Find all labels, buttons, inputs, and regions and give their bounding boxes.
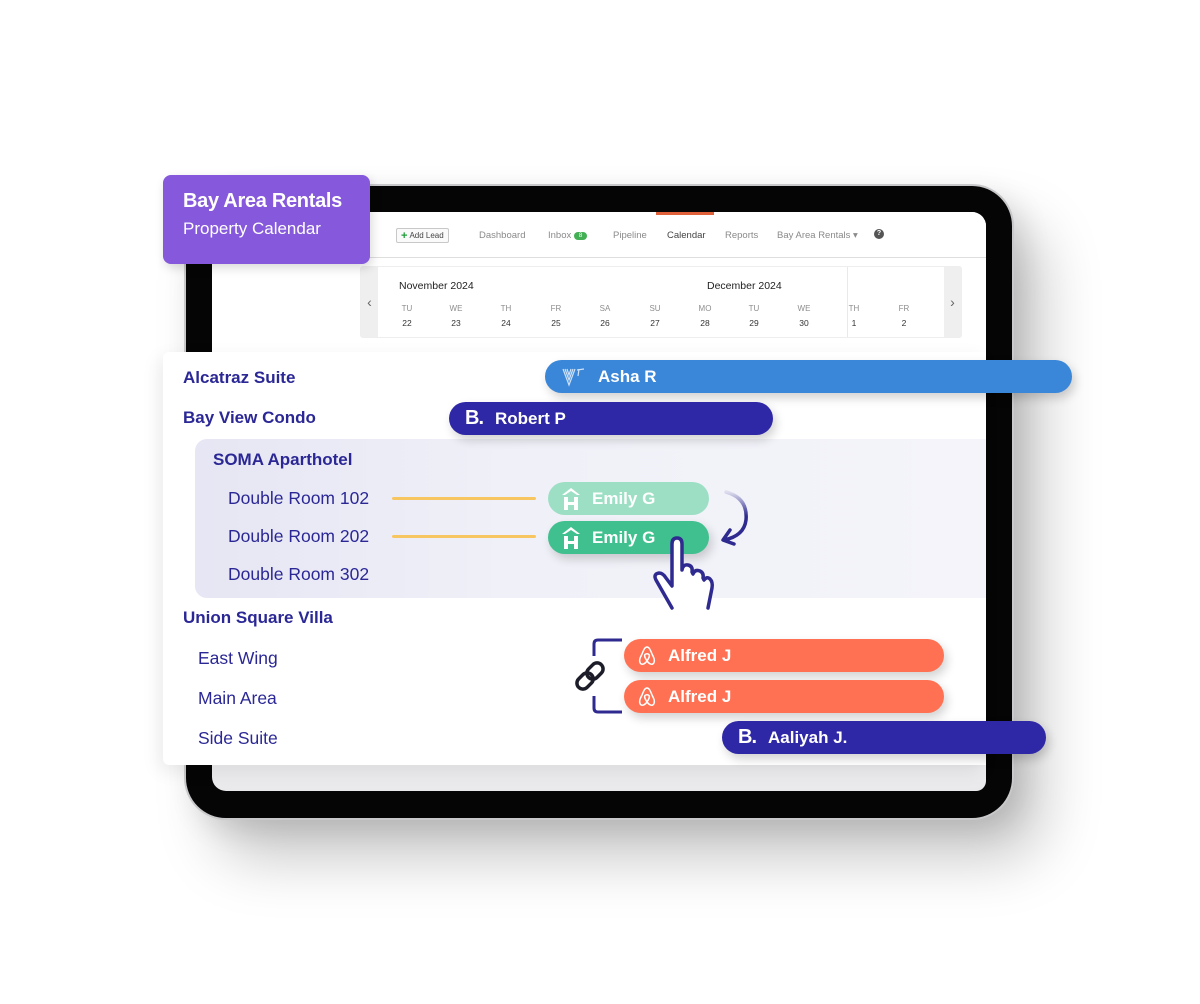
property-alcatraz-suite[interactable]: Alcatraz Suite (183, 368, 295, 388)
booking-bar-aaliyah-j[interactable]: B. Aaliyah J. (722, 721, 1046, 754)
day-number: 26 (600, 318, 610, 328)
day-column[interactable]: MO 28 (690, 304, 720, 328)
day-number: 23 (451, 318, 461, 328)
day-number: 27 (650, 318, 660, 328)
property-bay-view-condo[interactable]: Bay View Condo (183, 408, 316, 428)
day-of-week: MO (698, 304, 712, 313)
next-dates-button[interactable]: › (944, 267, 961, 337)
month-label: December 2024 (707, 280, 782, 292)
day-of-week: TU (401, 304, 413, 313)
booking-bar-alfred-j[interactable]: Alfred J (624, 639, 944, 672)
nav-pipeline[interactable]: Pipeline (613, 230, 647, 241)
booking-bar-alfred-j[interactable]: Alfred J (624, 680, 944, 713)
day-column[interactable]: WE 30 (789, 304, 819, 328)
page-subtitle: Property Calendar (183, 219, 321, 238)
day-of-week: FR (550, 304, 562, 313)
guest-name: Emily G (592, 527, 656, 547)
homeaway-icon (562, 526, 580, 549)
day-of-week: TH (500, 304, 512, 313)
day-column[interactable]: TU 22 (392, 304, 422, 328)
day-number: 24 (501, 318, 511, 328)
day-of-week: TH (848, 304, 860, 313)
booking-bar-emily-g-ghost[interactable]: Emily G (548, 482, 709, 515)
booking-com-icon: B. (738, 726, 757, 748)
property-soma-aparthotel[interactable]: SOMA Aparthotel (213, 450, 352, 470)
booking-bar-asha-r[interactable]: Asha R (545, 360, 1072, 393)
guest-name: Robert P (495, 408, 566, 428)
day-column[interactable]: SU 27 (640, 304, 670, 328)
day-number: 30 (799, 318, 809, 328)
active-tab-indicator (656, 212, 714, 215)
day-of-week: TU (748, 304, 760, 313)
guest-name: Alfred J (668, 645, 732, 665)
nav-inbox[interactable]: Inbox 8 (548, 230, 588, 241)
day-number: 28 (700, 318, 710, 328)
month-label: November 2024 (399, 280, 474, 292)
day-number: 1 (851, 318, 857, 328)
booking-com-icon: B. (465, 407, 484, 429)
unit-east-wing[interactable]: East Wing (198, 648, 278, 669)
property-union-square-villa[interactable]: Union Square Villa (183, 608, 333, 628)
unit-double-room-102[interactable]: Double Room 102 (228, 488, 369, 509)
nav-dashboard[interactable]: Dashboard (479, 230, 525, 241)
nav-reports[interactable]: Reports (725, 230, 758, 241)
day-column[interactable]: TH 1 (839, 304, 869, 328)
calendar-header: ‹ November 2024 December 2024 TU 22 WE 23 TH… (360, 266, 962, 338)
vrbo-icon (562, 367, 586, 387)
company-header-badge: Bay Area Rentals Property Calendar (163, 175, 370, 264)
guest-name: Asha R (598, 366, 657, 386)
guest-name: Alfred J (668, 686, 732, 706)
unit-main-area[interactable]: Main Area (198, 688, 277, 709)
help-icon[interactable]: ? (874, 229, 884, 239)
unit-double-room-302[interactable]: Double Room 302 (228, 564, 369, 585)
room-link-line (392, 535, 536, 538)
day-of-week: SA (599, 304, 611, 313)
homeaway-icon (562, 487, 580, 510)
day-column[interactable]: WE 23 (441, 304, 471, 328)
nav-calendar[interactable]: Calendar (667, 230, 706, 241)
booking-bar-robert-p[interactable]: B. Robert P (449, 402, 773, 435)
day-of-week: SU (649, 304, 661, 313)
guest-name: Aaliyah J. (768, 727, 848, 747)
linked-units-bracket-icon (575, 638, 622, 714)
day-number: 29 (749, 318, 759, 328)
unit-side-suite[interactable]: Side Suite (198, 728, 278, 749)
move-arrow-icon (721, 490, 748, 546)
day-column[interactable]: TU 29 (739, 304, 769, 328)
nav-account-dropdown[interactable]: Bay Area Rentals ▾ (777, 230, 858, 241)
room-link-line (392, 497, 536, 500)
nav-inbox-label: Inbox (548, 230, 572, 241)
unit-double-room-202[interactable]: Double Room 202 (228, 526, 369, 547)
day-column[interactable]: FR 25 (541, 304, 571, 328)
guest-name: Emily G (592, 488, 656, 508)
airbnb-icon (638, 686, 656, 707)
day-column[interactable]: SA 26 (590, 304, 620, 328)
airbnb-icon (638, 645, 656, 666)
inbox-count-badge: 8 (573, 232, 588, 240)
day-of-week: WE (449, 304, 463, 313)
prev-dates-button[interactable]: ‹ (361, 267, 378, 337)
day-of-week: FR (898, 304, 910, 313)
day-number: 25 (551, 318, 561, 328)
day-column[interactable]: TH 24 (491, 304, 521, 328)
day-column[interactable]: FR 2 (889, 304, 919, 328)
add-lead-button[interactable]: + Add Lead (396, 228, 449, 243)
company-name: Bay Area Rentals (183, 190, 342, 212)
add-lead-label: Add Lead (409, 231, 444, 240)
day-number: 22 (402, 318, 412, 328)
hand-pointer-icon (653, 536, 714, 610)
plus-icon: + (401, 229, 408, 242)
day-of-week: WE (797, 304, 811, 313)
day-number: 2 (901, 318, 907, 328)
